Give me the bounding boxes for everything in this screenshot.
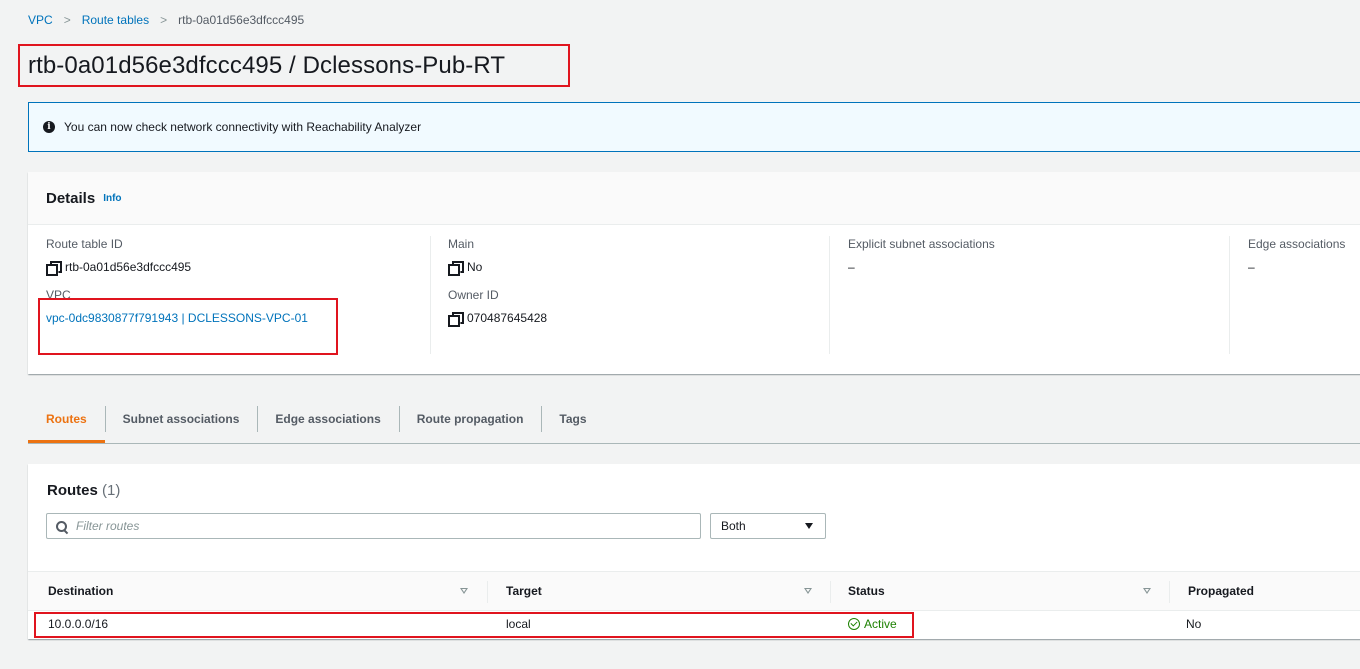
vpc-link[interactable]: vpc-0dc9830877f791943 | DCLESSONS-VPC-01 <box>46 310 308 326</box>
owner-id-value: 070487645428 <box>448 310 828 327</box>
info-flashbar: i You can now check network connectivity… <box>28 102 1360 152</box>
main-label: Main <box>448 237 475 251</box>
copy-icon[interactable] <box>448 261 461 276</box>
explicit-subnet-value: – <box>848 260 855 274</box>
column-divider[interactable] <box>1169 581 1170 603</box>
tab-subnet-associations[interactable]: Subnet associations <box>104 396 258 442</box>
route-table-id-label: Route table ID <box>46 237 123 251</box>
route-filter-select-value: Both <box>721 519 746 533</box>
details-header: Details Info <box>28 172 1360 225</box>
column-header-status[interactable]: Status <box>848 572 885 610</box>
route-table-id-text: rtb-0a01d56e3dfccc495 <box>65 260 192 274</box>
page-title: rtb-0a01d56e3dfccc495 / Dclessons-Pub-RT <box>28 52 506 79</box>
details-column-2: Main No Owner ID 070487645428 <box>430 236 828 354</box>
caret-down-icon <box>805 523 813 529</box>
cell-target: local <box>506 617 531 631</box>
column-divider[interactable] <box>830 581 831 603</box>
routes-count: (1) <box>102 482 121 499</box>
tab-route-propagation[interactable]: Route propagation <box>398 396 542 442</box>
breadcrumb-current: rtb-0a01d56e3dfccc495 <box>178 13 305 27</box>
sort-icon[interactable] <box>804 588 812 594</box>
column-divider[interactable] <box>487 581 488 603</box>
column-header-target[interactable]: Target <box>506 572 542 610</box>
vpc-label: VPC <box>46 288 71 302</box>
cell-status: Active <box>848 611 897 637</box>
vpc-value: vpc-0dc9830877f791943 | DCLESSONS-VPC-01 <box>46 310 426 326</box>
route-filter-select[interactable]: Both <box>710 513 826 539</box>
breadcrumb-route-tables-link[interactable]: Route tables <box>82 13 149 27</box>
edge-associations-label: Edge associations <box>1248 237 1346 251</box>
status-text: Active <box>864 617 897 631</box>
sort-icon[interactable] <box>1143 588 1151 594</box>
tab-tags[interactable]: Tags <box>541 396 604 442</box>
details-panel: Details Info Route table ID rtb-0a01d56e… <box>28 172 1360 374</box>
copy-icon[interactable] <box>448 312 461 327</box>
explicit-subnet-label: Explicit subnet associations <box>848 237 995 251</box>
column-header-destination[interactable]: Destination <box>48 572 113 610</box>
chevron-right-icon: > <box>160 13 168 27</box>
table-header: Destination Target Status Propagated <box>28 571 1360 611</box>
copy-icon[interactable] <box>46 261 59 276</box>
details-info-link[interactable]: Info <box>103 193 121 204</box>
chevron-right-icon: > <box>63 13 71 27</box>
details-column-4: Edge associations – <box>1229 236 1360 354</box>
owner-id-label: Owner ID <box>448 288 499 302</box>
tab-edge-associations[interactable]: Edge associations <box>257 396 398 442</box>
column-header-propagated[interactable]: Propagated <box>1188 572 1254 610</box>
main-text: No <box>467 260 483 274</box>
breadcrumb: VPC > Route tables > rtb-0a01d56e3dfccc4… <box>28 12 304 28</box>
check-circle-icon <box>848 618 860 630</box>
table-row[interactable]: 10.0.0.0/16 local Active No <box>28 611 1360 637</box>
details-title: Details <box>46 189 96 207</box>
breadcrumb-vpc-link[interactable]: VPC <box>28 13 53 27</box>
owner-id-text: 070487645428 <box>467 311 548 325</box>
search-icon <box>56 520 67 532</box>
route-table-id-value: rtb-0a01d56e3dfccc495 <box>46 259 426 276</box>
sort-icon[interactable] <box>460 588 468 594</box>
cell-destination: 10.0.0.0/16 <box>48 617 109 631</box>
edge-associations-value: – <box>1248 260 1255 274</box>
routes-header: Routes (1) <box>47 482 120 499</box>
routes-panel: Routes (1) Both Destination Target Statu… <box>28 464 1360 639</box>
details-column-1: Route table ID rtb-0a01d56e3dfccc495 VPC… <box>46 236 426 354</box>
tab-routes[interactable]: Routes <box>28 396 105 443</box>
cell-propagated: No <box>1186 617 1202 631</box>
main-value: No <box>448 259 828 276</box>
routes-table: Destination Target Status Propagated 10.… <box>28 571 1360 631</box>
filter-routes-box[interactable] <box>46 513 701 539</box>
tab-bar: Routes Subnet associations Edge associat… <box>28 396 1360 444</box>
info-icon: i <box>43 121 55 133</box>
routes-title: Routes <box>47 482 98 499</box>
filter-routes-input[interactable] <box>76 519 676 533</box>
details-column-3: Explicit subnet associations – <box>829 236 1229 354</box>
flash-message: You can now check network connectivity w… <box>64 120 422 134</box>
